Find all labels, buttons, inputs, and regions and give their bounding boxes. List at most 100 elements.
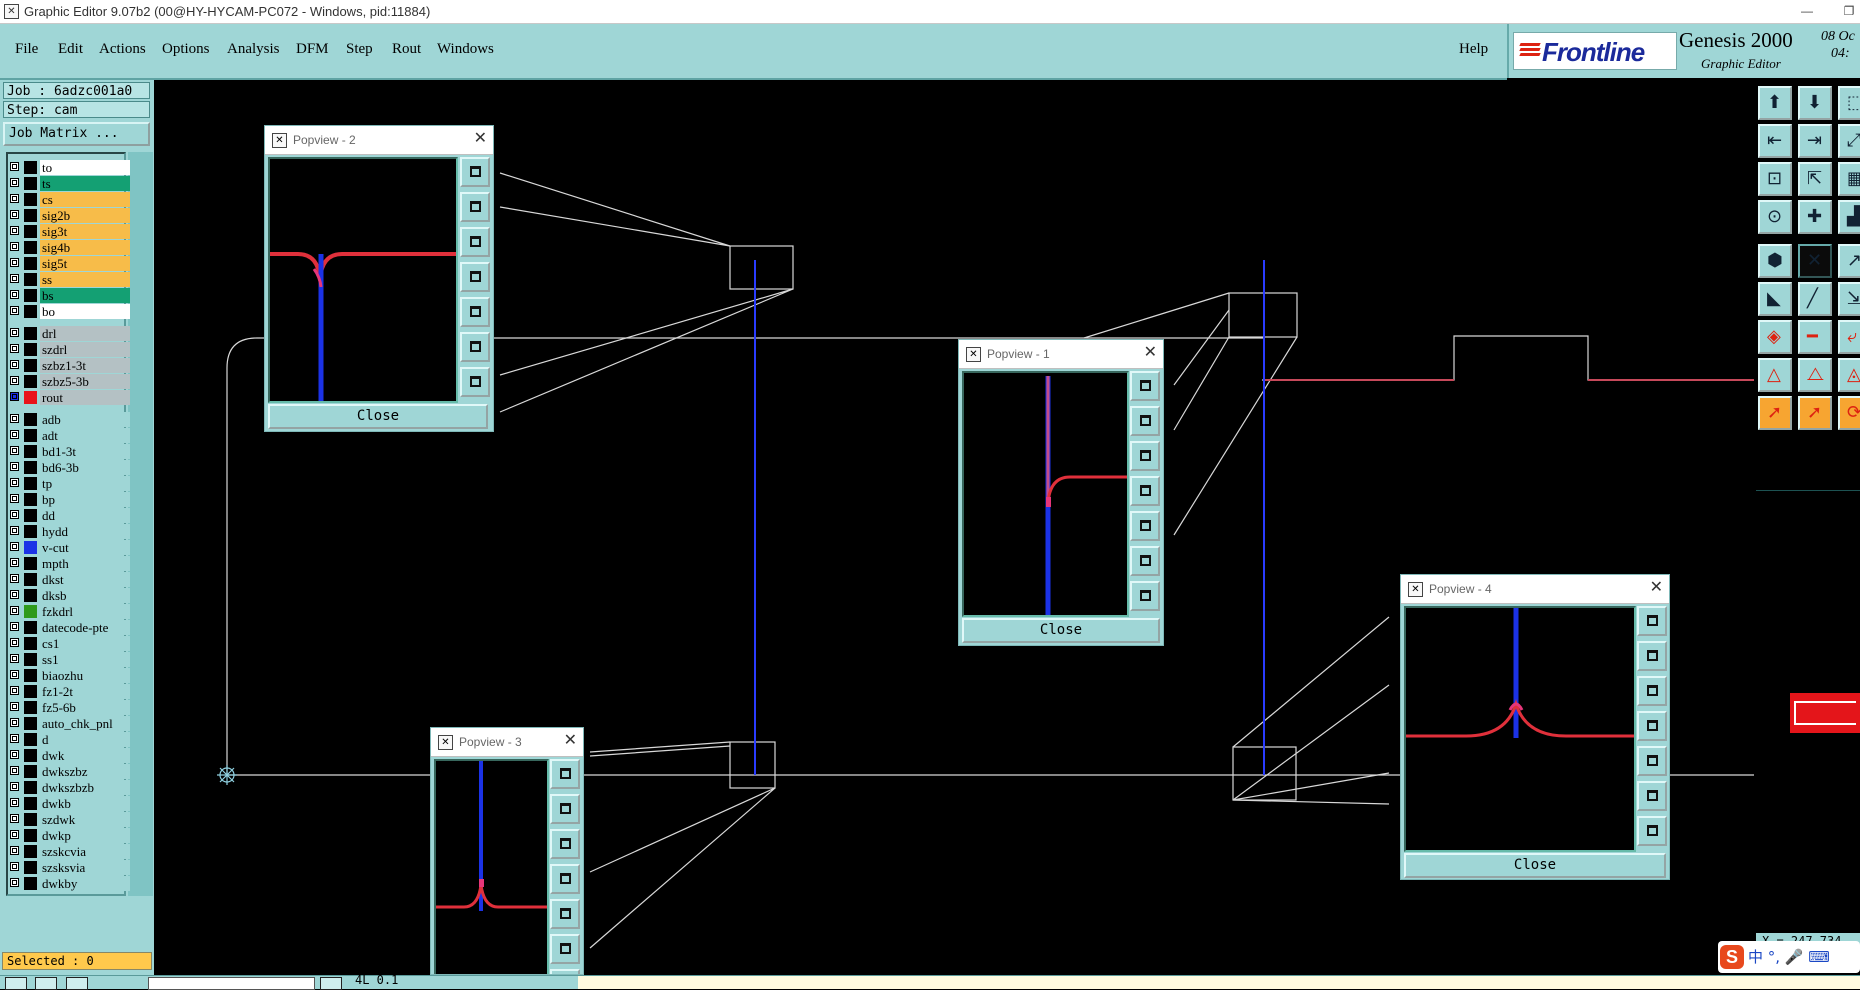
layer-row-biaozhu[interactable]: biaozhu	[8, 668, 130, 683]
layer-name[interactable]: mpth	[40, 556, 130, 571]
layer-color-swatch[interactable]	[24, 273, 37, 286]
layer-name[interactable]: dwkb	[40, 796, 130, 811]
layer-row-ss1[interactable]: ss1	[8, 652, 130, 667]
menu-help[interactable]: Help	[1459, 41, 1488, 58]
layer-color-swatch[interactable]	[24, 557, 37, 570]
layer-checkbox[interactable]	[10, 344, 19, 353]
bottom-button-2[interactable]	[35, 977, 57, 990]
layer-name[interactable]: sig4b	[40, 240, 130, 255]
menu-file[interactable]: File	[15, 41, 38, 58]
popview-tool-button[interactable]	[1130, 371, 1160, 401]
layer-row-bd1-3t[interactable]: bd1-3t	[8, 444, 130, 459]
layer-checkbox[interactable]	[10, 782, 19, 791]
layer-name[interactable]: ss	[40, 272, 130, 287]
slant-icon[interactable]: ╱	[1798, 282, 1832, 316]
zoom-fit-icon[interactable]: ⤢	[1838, 124, 1860, 158]
layer-color-swatch[interactable]	[24, 477, 37, 490]
popview-tool-button[interactable]	[1637, 711, 1667, 741]
layer-checkbox[interactable]	[10, 590, 19, 599]
popview-2-view[interactable]	[268, 157, 458, 403]
layer-row-bd6-3b[interactable]: bd6-3b	[8, 460, 130, 475]
bottom-button-3[interactable]	[66, 977, 88, 990]
layer-name[interactable]: dwkszbzb	[40, 780, 130, 795]
layer-row-sig3t[interactable]: sig3t	[8, 224, 130, 239]
layer-name[interactable]: dwk	[40, 748, 130, 763]
layer-row-sig4b[interactable]: sig4b	[8, 240, 130, 255]
layer-row-sig5t[interactable]: sig5t	[8, 256, 130, 271]
measure-icon[interactable]: ━	[1798, 320, 1832, 354]
layer-checkbox[interactable]	[10, 494, 19, 503]
layer-icon[interactable]: ▟	[1838, 200, 1860, 234]
layer-name[interactable]: szbz1-3t	[40, 358, 130, 373]
layer-color-swatch[interactable]	[24, 605, 37, 618]
layer-row-hydd[interactable]: hydd	[8, 524, 130, 539]
layer-row-fz5-6b[interactable]: fz5-6b	[8, 700, 130, 715]
layer-name[interactable]: fz1-2t	[40, 684, 130, 699]
layer-color-swatch[interactable]	[24, 391, 37, 404]
layer-row-dwkszbz[interactable]: dwkszbz	[8, 764, 130, 779]
layer-checkbox[interactable]	[10, 242, 19, 251]
layer-row-bo[interactable]: bo	[8, 304, 130, 319]
layer-name[interactable]: bd6-3b	[40, 460, 130, 475]
layer-row-dd[interactable]: dd	[8, 508, 130, 523]
layer-color-swatch[interactable]	[24, 327, 37, 340]
layer-name[interactable]: szdrl	[40, 342, 130, 357]
layer-color-swatch[interactable]	[24, 781, 37, 794]
layer-row-ss[interactable]: ss	[8, 272, 130, 287]
menu-edit[interactable]: Edit	[58, 41, 83, 58]
popview-1-view[interactable]	[962, 371, 1129, 617]
popview-tool-button[interactable]	[1637, 606, 1667, 636]
close-icon[interactable]: ✕	[474, 129, 487, 149]
popview-tool-button[interactable]	[460, 227, 490, 257]
layer-row-ts[interactable]: ts	[8, 176, 130, 191]
layer-color-swatch[interactable]	[24, 343, 37, 356]
layer-row-fz1-2t[interactable]: fz1-2t	[8, 684, 130, 699]
layer-checkbox[interactable]	[10, 226, 19, 235]
layer-checkbox[interactable]	[10, 290, 19, 299]
popview-tool-button[interactable]	[1637, 676, 1667, 706]
layer-name[interactable]: dwkszbz	[40, 764, 130, 779]
layer-color-swatch[interactable]	[24, 845, 37, 858]
popview-1-titlebar[interactable]: ✕ Popview - 1 ✕	[959, 340, 1163, 369]
layer-name[interactable]: bs	[40, 288, 130, 303]
layer-row-v-cut[interactable]: v-cut	[8, 540, 130, 555]
resize-icon[interactable]: ⇲	[1838, 282, 1860, 316]
layer-color-swatch[interactable]	[24, 225, 37, 238]
popview-tool-button[interactable]	[1130, 511, 1160, 541]
pan-left-icon[interactable]: ⇤	[1758, 124, 1792, 158]
popview-2-close-button[interactable]: Close	[268, 404, 488, 429]
zoom-out-icon[interactable]: ⬇	[1798, 86, 1832, 120]
layer-checkbox[interactable]	[10, 750, 19, 759]
layer-checkbox[interactable]	[10, 360, 19, 369]
zoom-in-icon[interactable]: ⬆	[1758, 86, 1792, 120]
layer-checkbox[interactable]	[10, 210, 19, 219]
layer-row-szsksvia[interactable]: szsksvia	[8, 860, 130, 875]
layer-checkbox[interactable]	[10, 830, 19, 839]
line-icon[interactable]: ↗	[1838, 244, 1860, 278]
layer-color-swatch[interactable]	[24, 669, 37, 682]
layer-row-drl[interactable]: drl	[8, 326, 130, 341]
select-icon[interactable]: ◈	[1758, 320, 1792, 354]
layer-name[interactable]: d	[40, 732, 130, 747]
layer-row-bp[interactable]: bp	[8, 492, 130, 507]
layer-color-swatch[interactable]	[24, 375, 37, 388]
layer-row-cs1[interactable]: cs1	[8, 636, 130, 651]
layer-checkbox[interactable]	[10, 162, 19, 171]
layer-row-mpth[interactable]: mpth	[8, 556, 130, 571]
layer-name[interactable]: ss1	[40, 652, 130, 667]
menu-dfm[interactable]: DFM	[296, 41, 329, 58]
layer-row-dkst[interactable]: dkst	[8, 572, 130, 587]
popview-tool-button[interactable]	[460, 262, 490, 292]
popview-tool-button[interactable]	[460, 367, 490, 397]
layer-checkbox[interactable]	[10, 766, 19, 775]
layer-name[interactable]: bd1-3t	[40, 444, 130, 459]
layer-color-swatch[interactable]	[24, 813, 37, 826]
layer-checkbox[interactable]	[10, 574, 19, 583]
layer-row-dwkp[interactable]: dwkp	[8, 828, 130, 843]
undo-icon[interactable]: ⤶	[1838, 320, 1860, 354]
layer-color-swatch[interactable]	[24, 289, 37, 302]
layer-row-dwk[interactable]: dwk	[8, 748, 130, 763]
popview-2-titlebar[interactable]: ✕ Popview - 2 ✕	[265, 126, 493, 155]
popview-1-close-button[interactable]: Close	[962, 618, 1160, 643]
layer-color-swatch[interactable]	[24, 209, 37, 222]
